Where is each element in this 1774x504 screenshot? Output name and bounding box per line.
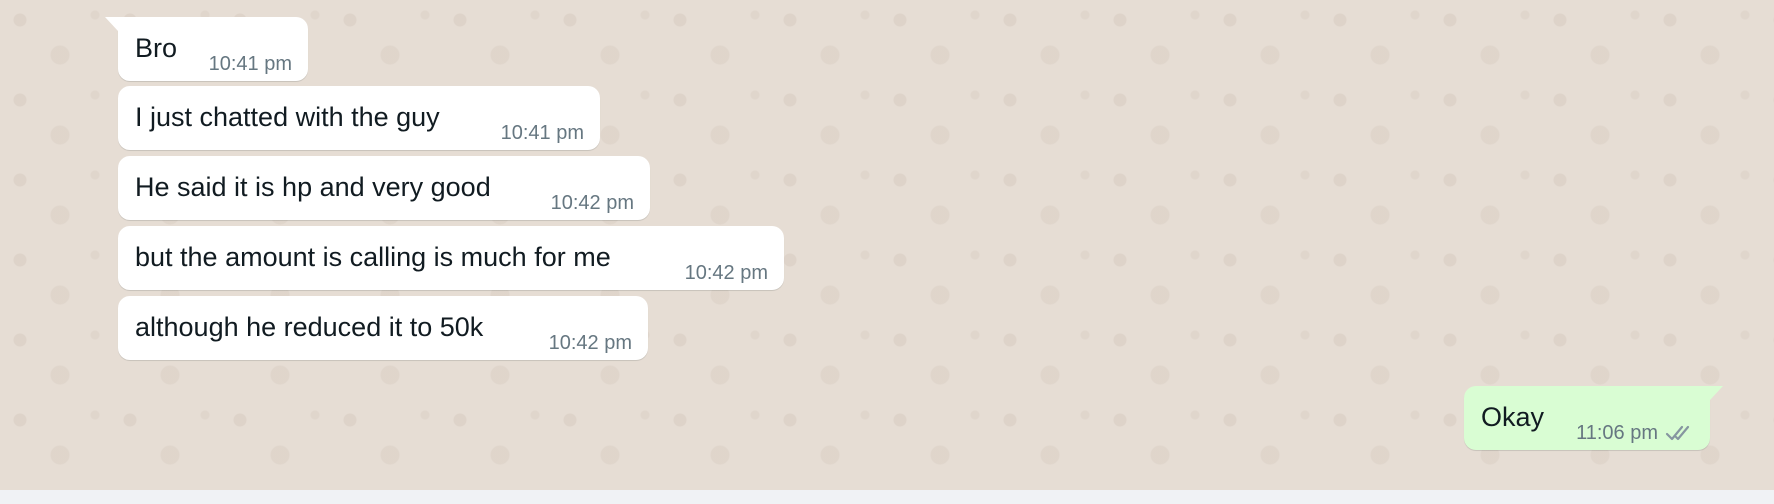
composer-top-edge — [0, 490, 1774, 504]
message-text: Bro — [135, 33, 178, 63]
message-text: although he reduced it to 50k — [135, 312, 484, 342]
message-text: I just chatted with the guy — [135, 102, 440, 132]
message-timestamp: 10:42 pm — [548, 332, 632, 354]
message-bubble-outgoing[interactable]: Okay 11:06 pm — [1464, 386, 1723, 450]
message-bubble-incoming[interactable]: although he reduced it to 50k 10:42 pm — [118, 296, 648, 360]
message-timestamp: 10:42 pm — [550, 192, 634, 214]
message-text: Okay — [1481, 402, 1545, 432]
message-bubble-incoming[interactable]: Bro 10:41 pm — [105, 17, 308, 81]
message-bubble-incoming[interactable]: He said it is hp and very good 10:42 pm — [118, 156, 650, 220]
message-timestamp: 10:41 pm — [500, 122, 584, 144]
message-bubble-incoming[interactable]: but the amount is calling is much for me… — [118, 226, 784, 290]
double-check-icon — [1665, 425, 1690, 441]
chat-message-area: Bro 10:41 pm I just chatted with the guy… — [0, 0, 1774, 490]
bubble-tail — [1710, 386, 1723, 400]
message-bubble-incoming[interactable]: I just chatted with the guy 10:41 pm — [118, 86, 600, 150]
message-text: He said it is hp and very good — [135, 172, 491, 202]
message-text: but the amount is calling is much for me — [135, 242, 611, 272]
message-timestamp: 10:42 pm — [684, 262, 768, 284]
bubble-tail — [105, 17, 118, 31]
message-timestamp: 11:06 pm — [1576, 422, 1658, 444]
message-timestamp: 10:41 pm — [208, 53, 292, 75]
